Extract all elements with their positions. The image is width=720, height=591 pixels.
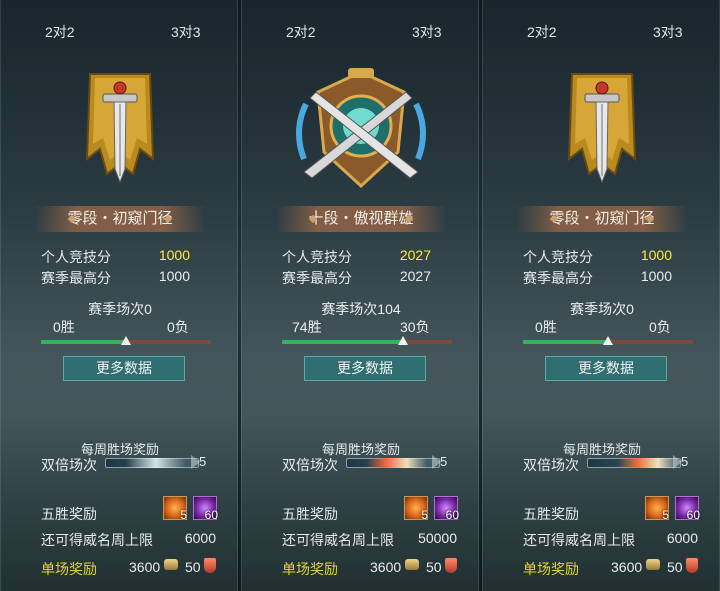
season-high-value: 1000 <box>640 268 672 284</box>
more-data-button[interactable]: 更多数据 <box>304 356 426 381</box>
five-win-reward-label: 五胜奖励 <box>282 506 338 522</box>
personal-score-label: 个人竞技分 <box>41 249 111 265</box>
wins-count: 0胜 <box>53 319 75 335</box>
tab-3v3[interactable]: 3对3 <box>412 22 442 42</box>
wins-count: 74胜 <box>292 319 322 335</box>
rank-title: 十段・傲视群雄 <box>276 206 446 232</box>
banner-sword-icon <box>567 73 637 184</box>
coin-icon <box>164 559 178 570</box>
win-loss-bar <box>41 336 211 345</box>
single-shield-value: 50 <box>667 559 683 575</box>
shield-icon <box>445 558 457 573</box>
shield-icon <box>686 558 698 573</box>
tab-2v2[interactable]: 2对2 <box>286 22 316 42</box>
win-ratio-marker <box>603 336 613 345</box>
coin-icon <box>405 559 419 570</box>
prestige-cap-label: 还可得威名周上限 <box>523 532 635 548</box>
rank-panel-center: 2对2 3对3 十段・傲视群雄 个人竞技分 2027 赛季最高分 2027 赛季… <box>241 0 479 591</box>
season-high-value: 1000 <box>158 268 190 284</box>
win-ratio-marker <box>121 336 131 345</box>
personal-score-value: 1000 <box>640 247 672 263</box>
tab-3v3[interactable]: 3对3 <box>171 22 201 42</box>
banner-sword-icon <box>85 73 155 184</box>
single-reward-label: 单场奖励 <box>523 561 579 577</box>
shield-icon <box>204 558 216 573</box>
double-matches-label: 双倍场次 <box>41 457 97 473</box>
rank-title: 零段・初窥门径 <box>517 206 687 232</box>
losses-count: 0负 <box>649 319 671 335</box>
single-coins-value: 3600 <box>129 559 161 575</box>
season-high-value: 2027 <box>399 268 431 284</box>
crossed-swords-shield-icon <box>296 68 426 189</box>
rank-panel-left: 2对2 3对3 零段・初窥门径 个人竞技分 1000 赛季最高分 1000 赛季… <box>0 0 238 591</box>
season-high-label: 赛季最高分 <box>282 270 352 286</box>
reward-item-orange-icon[interactable]: 5 <box>163 496 187 522</box>
rank-panel-right: 2对2 3对3 零段・初窥门径 个人竞技分 1000 赛季最高分 1000 赛季… <box>482 0 720 591</box>
double-matches-count: 5 <box>431 454 448 469</box>
double-matches-count: 5 <box>672 454 689 469</box>
more-data-button[interactable]: 更多数据 <box>545 356 667 381</box>
single-coins-value: 3600 <box>370 559 402 575</box>
season-high-label: 赛季最高分 <box>523 270 593 286</box>
season-matches: 赛季场次104 <box>321 301 401 317</box>
five-win-reward-label: 五胜奖励 <box>41 506 97 522</box>
single-shield-value: 50 <box>185 559 201 575</box>
personal-score-label: 个人竞技分 <box>523 249 593 265</box>
win-loss-bar <box>523 336 693 345</box>
season-high-label: 赛季最高分 <box>41 270 111 286</box>
win-loss-bar <box>282 336 452 345</box>
reward-item-orange-icon[interactable]: 5 <box>645 496 669 522</box>
five-win-reward-label: 五胜奖励 <box>523 506 579 522</box>
double-matches-label: 双倍场次 <box>523 457 579 473</box>
coin-icon <box>646 559 660 570</box>
tab-2v2[interactable]: 2对2 <box>527 22 557 42</box>
wins-count: 0胜 <box>535 319 557 335</box>
double-matches-count: 5 <box>190 454 207 469</box>
double-matches-bar <box>587 458 681 468</box>
reward-item-purple-icon[interactable]: 60 <box>434 496 459 522</box>
prestige-cap-value: 6000 <box>184 530 216 546</box>
tab-3v3[interactable]: 3对3 <box>653 22 683 42</box>
single-reward-label: 单场奖励 <box>282 561 338 577</box>
double-matches-bar <box>346 458 440 468</box>
losses-count: 0负 <box>167 319 189 335</box>
reward-item-orange-icon[interactable]: 5 <box>404 496 428 522</box>
double-matches-label: 双倍场次 <box>282 457 338 473</box>
tab-2v2[interactable]: 2对2 <box>45 22 75 42</box>
rank-title: 零段・初窥门径 <box>35 206 205 232</box>
prestige-cap-value: 50000 <box>418 530 457 546</box>
single-shield-value: 50 <box>426 559 442 575</box>
reward-item-purple-icon[interactable]: 60 <box>193 496 218 522</box>
personal-score-label: 个人竞技分 <box>282 249 352 265</box>
win-ratio-marker <box>397 336 408 345</box>
personal-score-value: 1000 <box>158 247 190 263</box>
season-matches: 赛季场次0 <box>88 301 152 317</box>
prestige-cap-value: 6000 <box>666 530 698 546</box>
single-reward-label: 单场奖励 <box>41 561 97 577</box>
double-matches-bar <box>105 458 199 468</box>
single-coins-value: 3600 <box>611 559 643 575</box>
prestige-cap-label: 还可得威名周上限 <box>41 532 153 548</box>
season-matches: 赛季场次0 <box>570 301 634 317</box>
prestige-cap-label: 还可得威名周上限 <box>282 532 394 548</box>
reward-item-purple-icon[interactable]: 60 <box>675 496 700 522</box>
losses-count: 30负 <box>400 319 430 335</box>
personal-score-value: 2027 <box>399 247 431 263</box>
more-data-button[interactable]: 更多数据 <box>63 356 185 381</box>
